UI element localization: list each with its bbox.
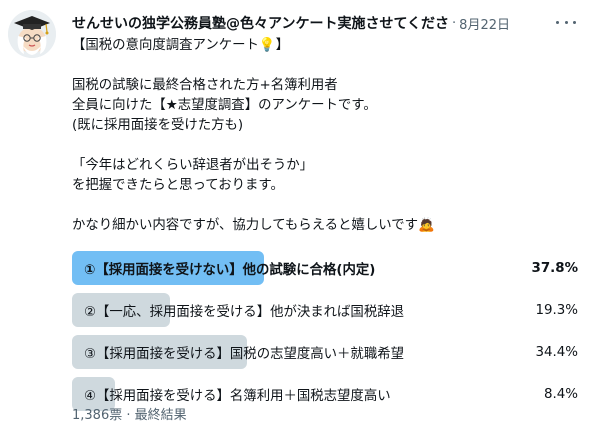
body-line: 国税の試験に最終合格された方+名簿利用者 [72, 78, 338, 93]
poll: ①【採用面接を受けない】他の試験に合格(内定) 37.8% ②【一応、採用面接を… [72, 251, 580, 419]
avatar[interactable] [8, 10, 56, 58]
poll-option-label: ①【採用面接を受けない】他の試験に合格(内定) [84, 263, 376, 278]
post-header: せんせいの独学公務員塾@色々アンケート実施させてくださ · 8月22日 [72, 12, 552, 34]
poll-option-label: ②【一応、採用面接を受ける】他が決まれば国税辞退 [84, 305, 404, 320]
body-blank-line [72, 136, 582, 156]
header-separator: · [452, 15, 457, 31]
body-line: (既に採用面接を受けた方も) [72, 118, 244, 133]
poll-option-label: ③【採用面接を受ける】国税の志望度高い＋就職希望 [84, 347, 404, 362]
body-blank-line [72, 56, 582, 76]
poll-option-3: ③【採用面接を受ける】国税の志望度高い＋就職希望 34.4% [72, 335, 580, 369]
poll-option-percent: 19.3% [535, 302, 578, 318]
poll-option-percent: 8.4% [543, 386, 578, 402]
body-blank-line [72, 196, 582, 216]
poll-option-percent: 34.4% [535, 344, 578, 360]
body-line: 全員に向けた【★志望度調査】のアンケートです。 [72, 98, 377, 113]
body-line: 「今年はどれくらい辞退者が出そうか」 [72, 158, 314, 173]
author-name[interactable]: せんせいの独学公務員塾@色々アンケート実施させてくださ [72, 13, 449, 33]
poll-option-percent: 37.8% [531, 260, 578, 276]
poll-option-label: ④【採用面接を受ける】名簿利用＋国税志望度高い [84, 389, 391, 404]
post-date[interactable]: 8月22日 [459, 14, 510, 33]
body-line: かなり細かい内容ですが、協力してもらえると嬉しいです🙇 [72, 218, 435, 233]
poll-option-1: ①【採用面接を受けない】他の試験に合格(内定) 37.8% [72, 251, 580, 285]
post-body: 【国税の意向度調査アンケート💡】 国税の試験に最終合格された方+名簿利用者 全員… [72, 36, 582, 236]
body-line: 【国税の意向度調査アンケート💡】 [72, 38, 289, 53]
body-line: を把握できたらと思っております。 [72, 178, 284, 193]
poll-option-2: ②【一応、採用面接を受ける】他が決まれば国税辞退 19.3% [72, 293, 580, 327]
poll-footer: 1,386票 · 最終結果 [72, 408, 187, 423]
teacher-avatar-icon [8, 10, 56, 58]
more-options-icon[interactable] [556, 14, 576, 30]
